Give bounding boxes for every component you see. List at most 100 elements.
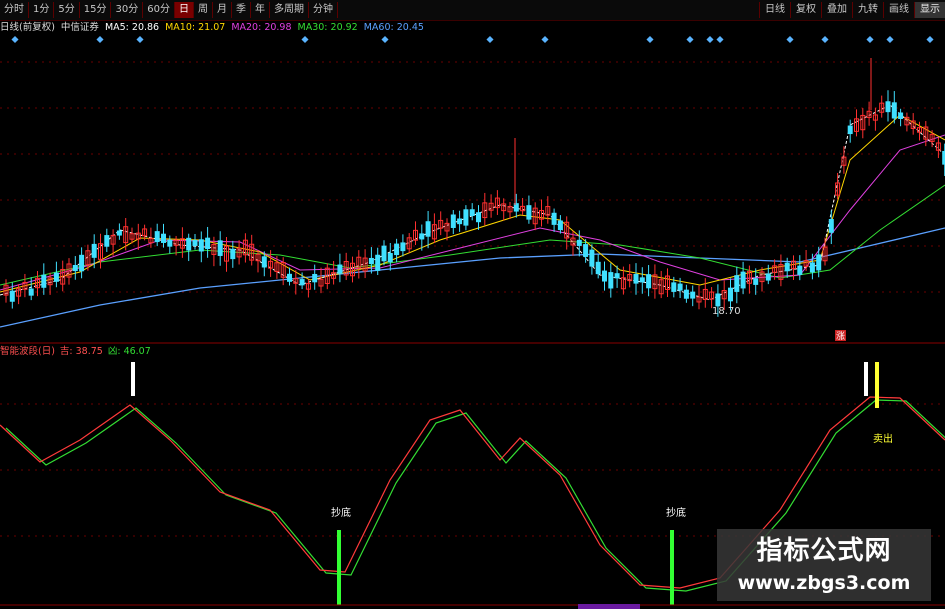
- buy-signal-bar: [670, 530, 674, 605]
- candle-body: [154, 231, 160, 243]
- scroll-indicator: [578, 604, 640, 609]
- buy-signal-bar: [337, 530, 341, 605]
- candle-body: [368, 257, 374, 264]
- candle-body: [809, 262, 815, 273]
- event-marker-icon: [11, 35, 19, 44]
- event-marker-icon: [886, 35, 894, 44]
- candle-body: [161, 233, 166, 243]
- candle-body: [104, 235, 110, 247]
- event-marker-icon: [686, 35, 694, 44]
- candle-body: [217, 240, 223, 256]
- candle-body: [457, 218, 463, 225]
- candle-body: [186, 237, 192, 251]
- indicator-name[interactable]: 智能波段(日): [0, 345, 55, 359]
- candle-body: [337, 264, 343, 274]
- candle-body: [885, 101, 891, 113]
- sell-signal-bar: [131, 362, 135, 396]
- event-marker-icon: [541, 35, 549, 44]
- event-marker-icon: [786, 35, 794, 44]
- candle-body: [633, 273, 639, 284]
- candle-body: [91, 243, 97, 258]
- candle-body: [526, 205, 532, 220]
- candle-body: [419, 233, 425, 240]
- candle-body: [198, 239, 204, 252]
- candle-body: [797, 265, 803, 275]
- indicator-fast-value: 吉: 38.75: [59, 346, 103, 357]
- candle-body: [715, 293, 721, 307]
- event-marker-icon: [821, 35, 829, 44]
- candle-body: [28, 288, 34, 296]
- candle-body: [72, 264, 78, 272]
- candle-body: [450, 214, 456, 228]
- indicator-legend: 智能波段(日) 吉: 38.75 凶: 46.07: [0, 345, 156, 359]
- event-marker-icon: [486, 35, 494, 44]
- sell-signal-bar: [864, 362, 868, 396]
- candle-body: [847, 125, 853, 135]
- candle-body: [167, 239, 173, 247]
- watermark-url: www.zbgs3.com: [737, 572, 911, 594]
- buy-signal-label: 抄底: [331, 506, 351, 519]
- candle-body: [469, 209, 475, 217]
- candle-body: [205, 237, 211, 250]
- candle-body: [602, 270, 607, 282]
- candle-body: [576, 239, 582, 246]
- candle-body: [671, 282, 677, 292]
- candle-body: [784, 262, 790, 272]
- candle-body: [463, 209, 469, 226]
- candle-body: [387, 253, 393, 263]
- candle-body: [734, 275, 740, 292]
- candle-body: [261, 256, 267, 268]
- candle-body: [287, 273, 292, 282]
- candle-body: [312, 273, 318, 283]
- candle-body: [690, 291, 696, 299]
- candle-body: [614, 273, 620, 279]
- chart-canvas[interactable]: 18.70 涨抄底 抄底 卖出: [0, 0, 945, 609]
- event-marker-icon: [866, 35, 874, 44]
- buy-signal-label: 抄底: [666, 506, 686, 519]
- candle-body: [753, 278, 759, 285]
- candle-body: [639, 277, 645, 283]
- candle-body: [740, 271, 746, 289]
- candle-body: [728, 287, 733, 302]
- low-price-label: 18.70: [712, 306, 741, 317]
- candle-body: [230, 248, 236, 260]
- candle-body: [589, 249, 595, 267]
- event-marker-icon: [706, 35, 714, 44]
- event-marker-icon: [646, 35, 654, 44]
- event-marker-icon: [136, 35, 144, 44]
- event-marker-icon: [716, 35, 724, 44]
- candle-body: [53, 272, 59, 282]
- watermark: 指标公式网 www.zbgs3.com: [717, 529, 931, 601]
- limit-up-marker-label: 涨: [836, 331, 845, 342]
- candle-body: [765, 273, 771, 281]
- candle-body: [557, 220, 563, 231]
- candle-body: [646, 274, 652, 289]
- candle-body: [898, 112, 904, 119]
- candle-body: [381, 245, 387, 262]
- candle-body: [394, 243, 400, 256]
- candle-body: [192, 239, 198, 246]
- candle-body: [425, 221, 431, 237]
- candle-body: [595, 261, 601, 275]
- event-marker-icon: [301, 35, 309, 44]
- candle-body: [551, 212, 557, 225]
- candle-body: [828, 219, 834, 233]
- candle-body: [816, 254, 822, 271]
- candle-body: [476, 212, 481, 223]
- event-marker-icon: [926, 35, 934, 44]
- candle-body: [375, 254, 381, 271]
- ma60-line: [0, 227, 945, 328]
- event-marker-icon: [96, 35, 104, 44]
- candle-body: [116, 230, 122, 236]
- candle-body: [683, 289, 689, 299]
- candle-body: [891, 102, 897, 119]
- sell-signal-bar: [875, 362, 879, 408]
- candle-body: [299, 279, 305, 286]
- candle-body: [400, 242, 406, 252]
- candle-body: [677, 283, 683, 291]
- event-marker-icon: [381, 35, 389, 44]
- candle-body: [41, 274, 47, 288]
- candle-body: [583, 244, 589, 257]
- indicator-slow-value: 凶: 46.07: [107, 346, 151, 357]
- sell-signal-label: 卖出: [873, 432, 893, 445]
